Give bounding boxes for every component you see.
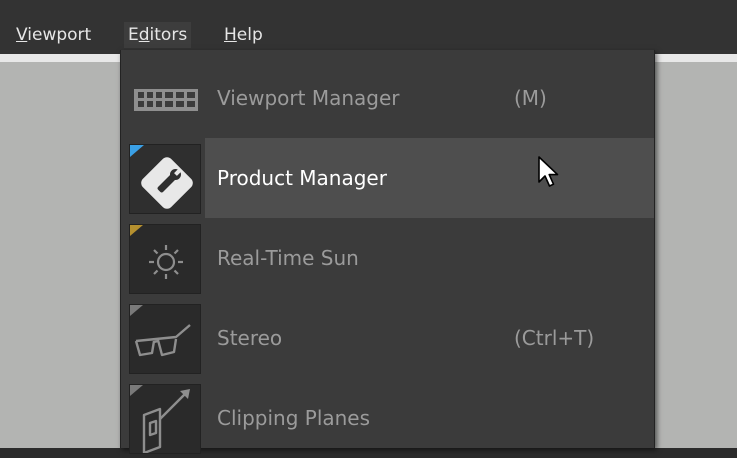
- editors-dropdown: Viewport Manager (M) Product Manager Rea…: [120, 50, 655, 454]
- menu-editors[interactable]: Editors: [124, 22, 192, 48]
- menu-editors-rest: itors: [149, 25, 188, 45]
- menu-item-clipping-planes[interactable]: Clipping Planes: [121, 378, 654, 458]
- menu-help-rest: elp: [236, 25, 263, 45]
- menu-item-shortcut: (M): [514, 86, 547, 110]
- menu-viewport-accel: V: [16, 25, 28, 45]
- menu-help-accel: H: [224, 25, 237, 45]
- menu-item-viewport-manager[interactable]: Viewport Manager (M): [121, 58, 654, 138]
- menu-item-label: Real-Time Sun: [217, 246, 359, 270]
- clipping-planes-icon: [129, 384, 201, 454]
- menu-item-real-time-sun[interactable]: Real-Time Sun: [121, 218, 654, 298]
- menu-item-product-manager[interactable]: Product Manager: [121, 138, 654, 218]
- menu-bar: Viewport Editors Help: [0, 0, 737, 54]
- mouse-pointer-icon: [538, 156, 559, 187]
- menu-item-label: Stereo: [217, 326, 283, 350]
- menu-item-label: Clipping Planes: [217, 406, 371, 430]
- sun-icon: [129, 224, 201, 294]
- menu-viewport[interactable]: Viewport: [12, 22, 95, 48]
- menu-editors-pre: E: [128, 25, 139, 45]
- menu-help[interactable]: Help: [220, 22, 267, 48]
- stereo-glasses-icon: [129, 304, 201, 374]
- menu-editors-accel: d: [138, 25, 150, 45]
- menu-item-stereo[interactable]: Stereo (Ctrl+T): [121, 298, 654, 378]
- viewport-manager-icon: [129, 64, 201, 134]
- menu-viewport-rest: iewport: [27, 25, 92, 45]
- menu-item-shortcut: (Ctrl+T): [514, 326, 595, 350]
- menu-item-label: Viewport Manager: [217, 86, 400, 110]
- menu-item-label: Product Manager: [217, 166, 387, 190]
- wrench-icon: [129, 144, 201, 214]
